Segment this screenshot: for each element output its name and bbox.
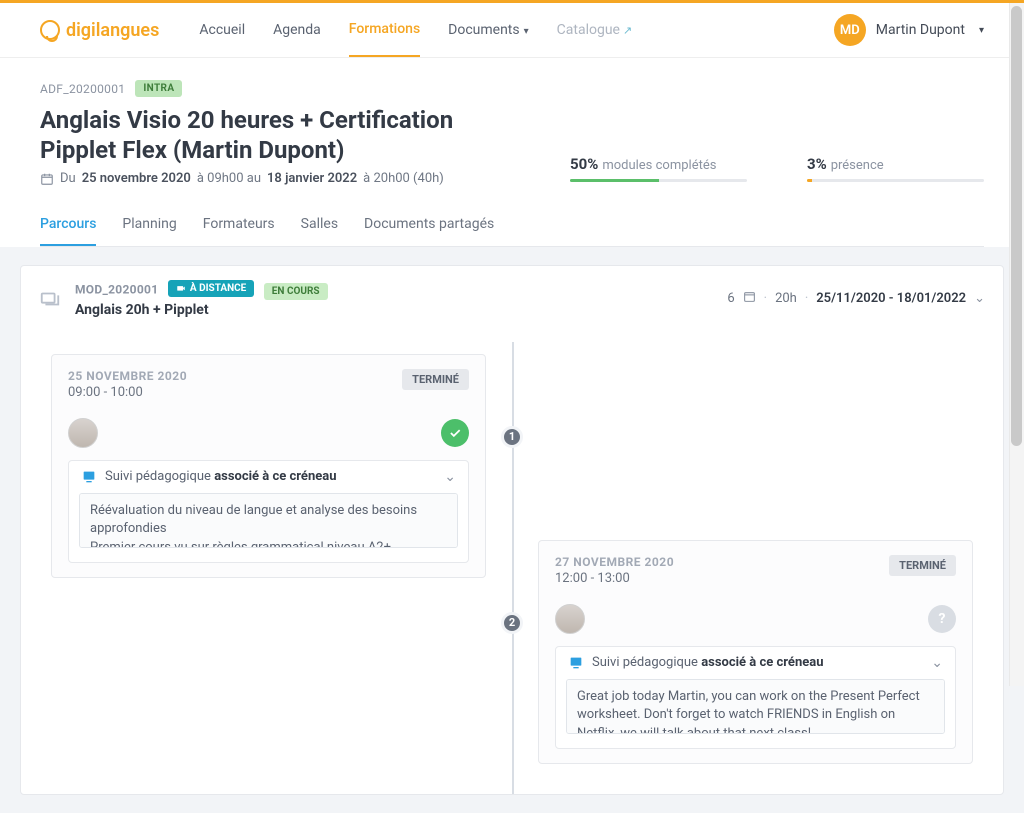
calendar-icon bbox=[40, 172, 54, 186]
session-date: 27 NOVEMBRE 2020 bbox=[555, 555, 674, 569]
status-badge: EN COURS bbox=[264, 283, 328, 300]
metric-modules-value: 50% bbox=[570, 155, 598, 173]
date-end-time: à 20h00 (40h) bbox=[363, 171, 444, 186]
timeline-axis bbox=[512, 342, 514, 795]
module-daterange: 25/11/2020 - 18/01/2022 bbox=[816, 291, 966, 306]
window-scrollbar[interactable] bbox=[1009, 3, 1024, 686]
external-link-icon: ↗ bbox=[623, 24, 632, 37]
main-header: digilangues Accueil Agenda Formations Do… bbox=[0, 3, 1024, 58]
date-range: Du 25 novembre 2020 à 09h00 au 18 janvie… bbox=[40, 171, 510, 186]
page-title: Anglais Visio 20 heures + Certification … bbox=[40, 105, 510, 165]
brand-logo[interactable]: digilangues bbox=[40, 20, 159, 41]
top-nav: Accueil Agenda Formations Documents ▾ Cat… bbox=[199, 3, 632, 57]
date-end: 18 janvier 2022 bbox=[267, 171, 357, 186]
metric-presence-label: présence bbox=[831, 158, 884, 173]
module-card: MOD_2020001 À DISTANCE EN COURS Anglais … bbox=[20, 265, 1004, 795]
followup-accordion: Suivi pédagogique associé à ce créneau ⌄ bbox=[68, 460, 469, 564]
remote-badge: À DISTANCE bbox=[168, 280, 254, 297]
nav-accueil[interactable]: Accueil bbox=[199, 4, 245, 56]
followup-header[interactable]: Suivi pédagogique associé à ce créneau ⌄ bbox=[556, 647, 955, 679]
breadcrumb: ADF_20200001 INTRA bbox=[40, 80, 984, 97]
timeline: 1 2 25 NOVEMBRE 2020 09:00 - 10:00 TERMI… bbox=[21, 332, 1003, 795]
nav-catalogue[interactable]: Catalogue↗ bbox=[557, 4, 633, 56]
timeline-node-1: 1 bbox=[501, 426, 523, 448]
module-hours: 20h bbox=[775, 291, 797, 306]
metric-modules-label: modules complétés bbox=[602, 158, 716, 173]
metrics: 50% modules complétés 3% présence bbox=[570, 155, 984, 186]
chevron-down-icon[interactable]: ⌄ bbox=[974, 291, 985, 306]
nav-agenda[interactable]: Agenda bbox=[273, 4, 321, 56]
check-icon bbox=[441, 419, 469, 447]
trainer-avatar bbox=[555, 604, 585, 634]
followup-note[interactable] bbox=[79, 493, 458, 549]
tab-formateurs[interactable]: Formateurs bbox=[203, 204, 275, 246]
followup-title: Suivi pédagogique associé à ce créneau bbox=[105, 469, 436, 484]
session-card: 27 NOVEMBRE 2020 12:00 - 13:00 TERMINÉ ?… bbox=[538, 540, 973, 765]
unknown-status-icon: ? bbox=[928, 605, 956, 633]
intra-pill: INTRA bbox=[135, 80, 182, 97]
remote-badge-label: À DISTANCE bbox=[190, 283, 246, 294]
metric-presence-value: 3% bbox=[807, 155, 827, 173]
scrollbar-thumb[interactable] bbox=[1011, 6, 1022, 446]
user-avatar: MD bbox=[834, 14, 866, 46]
followup-accordion: Suivi pédagogique associé à ce créneau ⌄ bbox=[555, 646, 956, 750]
user-name: Martin Dupont bbox=[876, 22, 965, 38]
chevron-down-icon: ▾ bbox=[979, 25, 984, 36]
date-start: 25 novembre 2020 bbox=[82, 171, 191, 186]
session-card: 25 NOVEMBRE 2020 09:00 - 10:00 TERMINÉ S… bbox=[51, 354, 486, 579]
user-menu[interactable]: MD Martin Dupont ▾ bbox=[834, 14, 984, 46]
calendar-icon bbox=[743, 290, 756, 307]
module-icon bbox=[39, 288, 61, 310]
tab-planning[interactable]: Planning bbox=[122, 204, 176, 246]
followup-header[interactable]: Suivi pédagogique associé à ce créneau ⌄ bbox=[69, 461, 468, 493]
module-ref: MOD_2020001 bbox=[75, 283, 158, 297]
progress-bar-presence bbox=[807, 179, 812, 182]
logo-icon bbox=[40, 20, 60, 40]
module-title: Anglais 20h + Pipplet bbox=[75, 302, 713, 318]
formation-ref: ADF_20200001 bbox=[40, 82, 125, 96]
nav-formations[interactable]: Formations bbox=[349, 3, 420, 57]
nav-catalogue-label: Catalogue bbox=[557, 22, 620, 38]
followup-title: Suivi pédagogique associé à ce créneau bbox=[592, 655, 923, 670]
page-content: ADF_20200001 INTRA Anglais Visio 20 heur… bbox=[0, 58, 1024, 247]
date-start-time: à 09h00 au bbox=[197, 171, 261, 186]
session-time: 12:00 - 13:00 bbox=[555, 571, 674, 586]
session-date: 25 NOVEMBRE 2020 bbox=[68, 369, 187, 383]
page-tabs: Parcours Planning Formateurs Salles Docu… bbox=[40, 204, 984, 247]
date-prefix: Du bbox=[60, 171, 76, 186]
nav-documents[interactable]: Documents ▾ bbox=[448, 4, 529, 56]
module-header[interactable]: MOD_2020001 À DISTANCE EN COURS Anglais … bbox=[21, 266, 1003, 332]
chevron-down-icon: ⌄ bbox=[931, 655, 943, 671]
timeline-node-2: 2 bbox=[501, 612, 523, 634]
nav-documents-label: Documents bbox=[448, 22, 519, 38]
brand-name: digilangues bbox=[66, 20, 159, 41]
trainer-avatar bbox=[68, 418, 98, 448]
chevron-down-icon: ⌄ bbox=[444, 469, 456, 485]
session-status-pill: TERMINÉ bbox=[889, 555, 956, 576]
module-meta: 6 · 20h · 25/11/2020 - 18/01/2022 ⌄ bbox=[727, 290, 985, 307]
followup-icon bbox=[81, 469, 97, 485]
chevron-down-icon: ▾ bbox=[524, 26, 529, 37]
followup-icon bbox=[568, 655, 584, 671]
tab-parcours[interactable]: Parcours bbox=[40, 204, 96, 246]
session-status-pill: TERMINÉ bbox=[402, 369, 469, 390]
tab-salles[interactable]: Salles bbox=[301, 204, 338, 246]
session-time: 09:00 - 10:00 bbox=[68, 385, 187, 400]
tab-documents-partages[interactable]: Documents partagés bbox=[364, 204, 494, 246]
followup-note[interactable] bbox=[566, 679, 945, 735]
metric-modules: 50% modules complétés bbox=[570, 155, 747, 182]
sessions-count: 6 bbox=[727, 291, 734, 306]
workspace: MOD_2020001 À DISTANCE EN COURS Anglais … bbox=[0, 247, 1024, 813]
metric-presence: 3% présence bbox=[807, 155, 984, 182]
progress-bar-modules bbox=[570, 179, 659, 182]
